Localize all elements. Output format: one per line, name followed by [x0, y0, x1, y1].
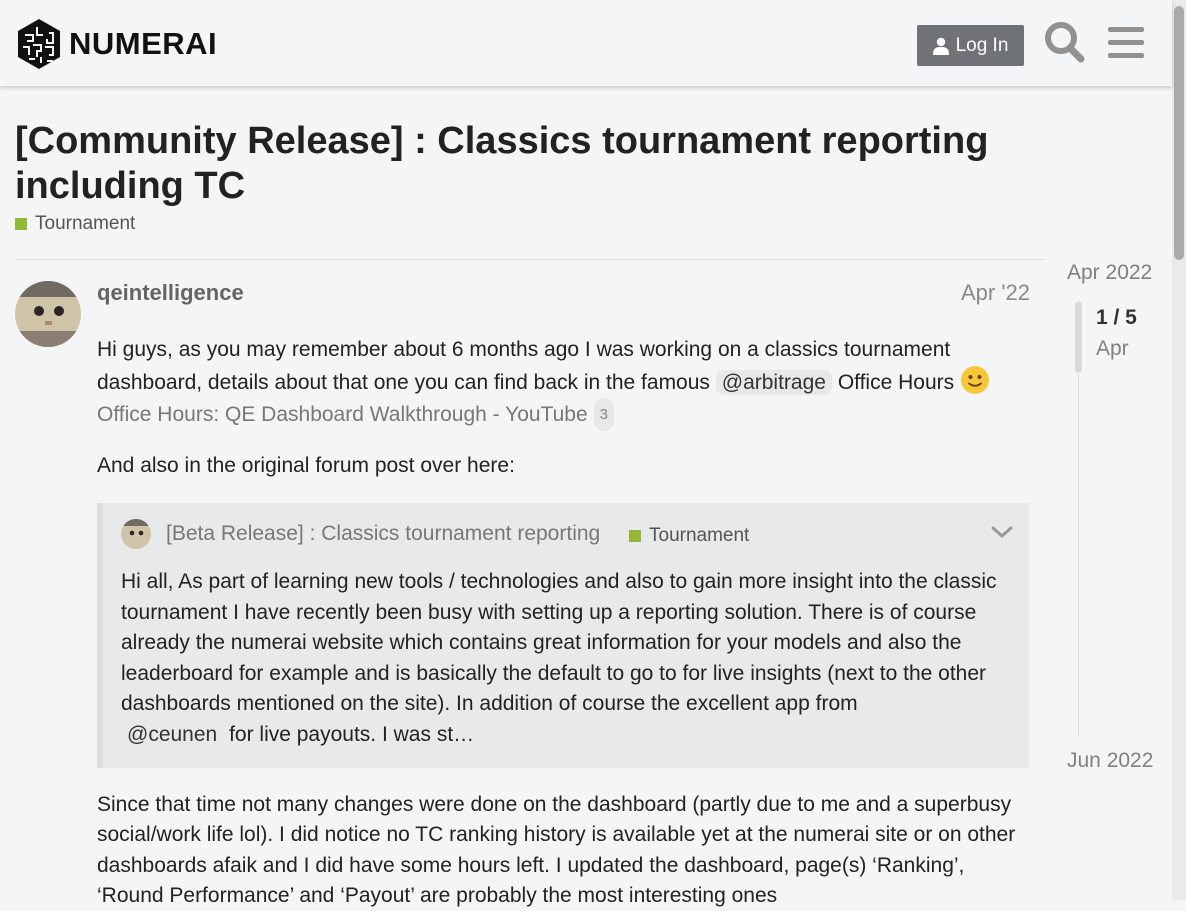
category-color-swatch [629, 530, 641, 542]
avatar-image [121, 519, 151, 549]
user-mention[interactable]: @arbitrage [715, 370, 832, 395]
quote-text: Hi all, As part of learning new tools / … [121, 567, 1016, 750]
site-header: NUMERAI Log In [0, 0, 1172, 86]
quote-body-end: for live payouts. I was st… [229, 722, 475, 746]
timeline-scroll-handle[interactable] [1075, 302, 1082, 372]
scrollbar-thumb[interactable] [1174, 6, 1184, 260]
category-color-swatch [15, 218, 27, 230]
timeline-handle-date: Apr [1096, 337, 1129, 360]
quote-body: Hi all, As part of learning new tools / … [121, 570, 997, 715]
post-paragraph: And also in the original forum post over… [97, 454, 515, 477]
post-date[interactable]: Apr '22 [961, 280, 1030, 306]
brand-name: NUMERAI [69, 26, 218, 61]
login-button[interactable]: Log In [917, 25, 1024, 66]
user-mention[interactable]: @ceunen [121, 721, 224, 747]
hamburger-menu-icon[interactable] [1104, 20, 1148, 64]
slightly-smiling-face-icon [960, 366, 989, 394]
quoted-topic: [Beta Release] : Classics tournament rep… [97, 503, 1029, 768]
timeline-start-date[interactable]: Apr 2022 [1067, 261, 1152, 285]
search-icon[interactable] [1043, 20, 1087, 64]
category-label: Tournament [649, 525, 750, 546]
post-text: Office Hours [837, 371, 955, 394]
divider [15, 259, 1045, 260]
click-count-badge: 3 [593, 398, 614, 431]
login-label: Log In [955, 34, 1009, 56]
chevron-down-icon[interactable] [989, 519, 1015, 545]
avatar[interactable] [15, 281, 81, 347]
topic-category-badge[interactable]: Tournament [15, 213, 135, 235]
user-icon [932, 37, 949, 55]
post-paragraph: Since that time not many changes were do… [97, 793, 1016, 907]
quote-topic-title[interactable]: [Beta Release] : Classics tournament rep… [166, 522, 600, 546]
topic-title[interactable]: [Community Release] : Classics tournamen… [15, 119, 1035, 209]
post-username[interactable]: qeintelligence [97, 280, 244, 306]
numerai-logo-icon [18, 19, 60, 69]
quote-avatar [121, 519, 151, 549]
timeline-end-date[interactable]: Jun 2022 [1067, 749, 1153, 773]
timeline-position: 1 / 5 [1096, 306, 1137, 329]
youtube-link[interactable]: Office Hours: QE Dashboard Walkthrough -… [97, 403, 588, 426]
post-paragraph: Hi guys, as you may remember about 6 mon… [97, 334, 1032, 431]
avatar-image [15, 281, 81, 347]
category-label: Tournament [35, 213, 136, 234]
quote-category-badge[interactable]: Tournament [629, 525, 749, 547]
numerai-logo[interactable]: NUMERAI [15, 17, 225, 71]
